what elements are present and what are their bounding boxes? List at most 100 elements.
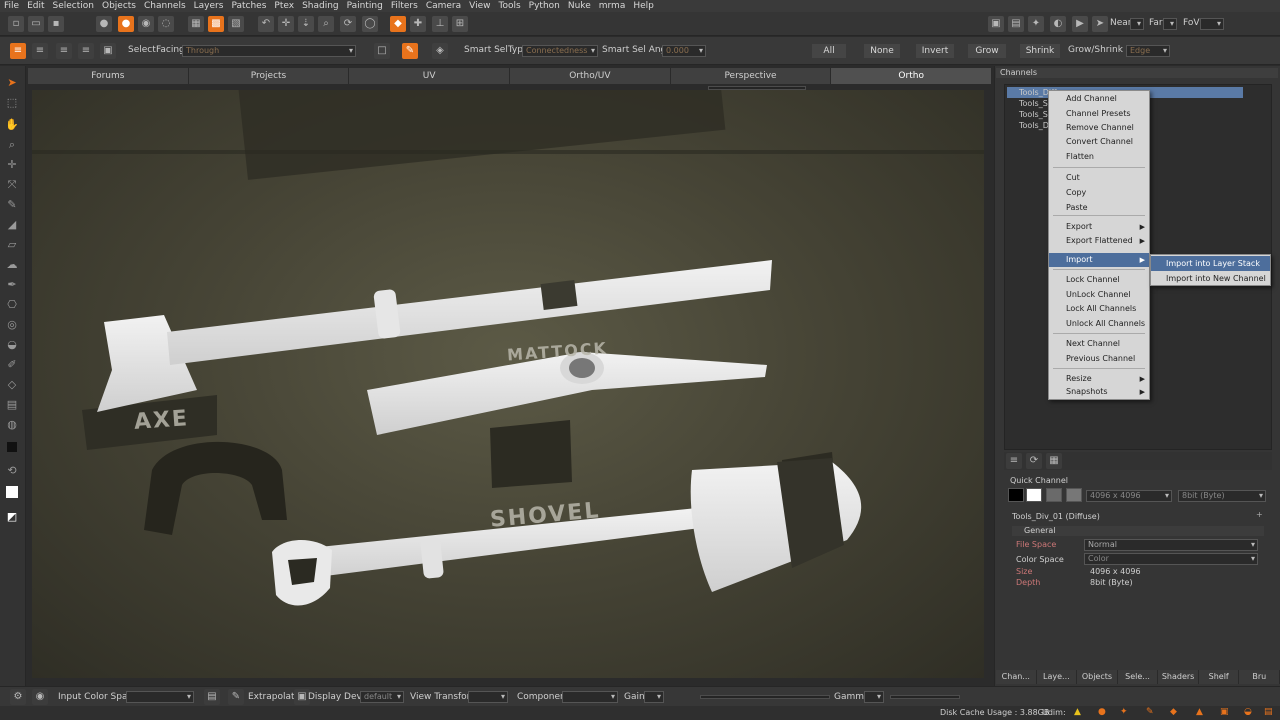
channel-grid-icon[interactable]: ▦	[1046, 453, 1062, 469]
grow-button[interactable]: Grow	[968, 44, 1006, 58]
menu-patches[interactable]: Patches	[231, 1, 266, 11]
quick-channel-gray-swatch[interactable]	[1046, 488, 1062, 502]
marquee-icon[interactable]: ⬚	[5, 96, 19, 110]
hand-icon[interactable]: ✋	[5, 118, 19, 132]
lighting-icon[interactable]: ✦	[1028, 16, 1044, 32]
select-mode-2-icon[interactable]: ≡	[56, 43, 72, 59]
panel-tab[interactable]: Objects	[1077, 670, 1118, 684]
gamma-slider[interactable]	[890, 695, 960, 699]
background-color-swatch[interactable]	[6, 486, 18, 498]
menu-help[interactable]: Help	[633, 1, 654, 11]
context-menu-item[interactable]: UnLock Channel	[1049, 288, 1149, 302]
context-menu-item[interactable]: Flatten	[1049, 150, 1149, 164]
viewport-tab[interactable]: Ortho	[831, 68, 993, 84]
select-faces-icon[interactable]: ▩	[208, 16, 224, 32]
quick-channel-depth-dropdown[interactable]: 8bit (Byte)	[1178, 490, 1266, 502]
context-menu-item[interactable]: Convert Channel	[1049, 135, 1149, 149]
viewport-tab[interactable]: Ortho/UV	[510, 68, 671, 84]
viewport-tab[interactable]: UV	[349, 68, 511, 84]
shadow-icon[interactable]: ◐	[1050, 16, 1066, 32]
context-menu-item[interactable]: Paste	[1049, 201, 1149, 215]
context-menu-item[interactable]: Unlock All Channels	[1049, 317, 1149, 331]
eyedropper-icon[interactable]: ✐	[5, 358, 19, 372]
eraser-icon[interactable]: ▱	[5, 238, 19, 252]
select-grid-icon[interactable]: ▧	[228, 16, 244, 32]
channel-refresh-icon[interactable]: ⟳	[1026, 453, 1042, 469]
viewport-tab[interactable]: Forums	[28, 68, 189, 84]
select-all-button[interactable]: All	[812, 44, 846, 58]
near-field[interactable]	[1130, 18, 1144, 30]
context-menu-item[interactable]: Snapshots ▶	[1049, 385, 1149, 399]
component-dropdown[interactable]	[562, 691, 618, 703]
gain-field[interactable]	[644, 691, 664, 703]
context-menu-item[interactable]: Lock All Channels	[1049, 302, 1149, 316]
menu-tools[interactable]: Tools	[499, 1, 521, 11]
transform-2-icon[interactable]: ⤧	[5, 178, 19, 192]
projection-icon[interactable]: ◇	[5, 378, 19, 392]
quick-channel-size-dropdown[interactable]: 4096 x 4096	[1086, 490, 1172, 502]
film-icon[interactable]: ▤	[204, 689, 220, 705]
new-file-icon[interactable]: ▫	[8, 16, 24, 32]
quick-channel-checker-swatch[interactable]	[1066, 488, 1082, 502]
menu-camera[interactable]: Camera	[426, 1, 461, 11]
shrink-button[interactable]: Shrink	[1020, 44, 1060, 58]
menu-channels[interactable]: Channels	[144, 1, 186, 11]
select-none-button[interactable]: None	[864, 44, 900, 58]
pattern-icon[interactable]: ◍	[5, 418, 19, 432]
menu-edit[interactable]: Edit	[27, 1, 44, 11]
smart-sel-angle-field[interactable]: 0.000	[662, 45, 706, 57]
color-space-dropdown[interactable]: Color	[1084, 553, 1258, 565]
wire-sphere-icon[interactable]: ◌	[158, 16, 174, 32]
context-menu-item[interactable]: Add Channel	[1049, 92, 1149, 106]
viewport-layout-icon[interactable]: ▤	[1008, 16, 1024, 32]
transform-icon[interactable]: ✛	[5, 158, 19, 172]
invert-selection-button[interactable]: Invert	[916, 44, 954, 58]
context-menu-item[interactable]: Copy	[1049, 186, 1149, 200]
smart-seltype-dropdown[interactable]: Connectedness	[522, 45, 598, 57]
shaded-sphere-icon[interactable]: ◉	[138, 16, 154, 32]
pointer-icon[interactable]: ➤	[5, 76, 19, 90]
status-icon-6[interactable]: ▣	[1220, 707, 1229, 717]
extrapolate-icon[interactable]: ✎	[228, 689, 244, 705]
select-tool-icon[interactable]: ≡	[10, 43, 26, 59]
context-menu-item[interactable]: Export Flattened ▶	[1049, 234, 1149, 248]
panel-tab[interactable]: Bru	[1239, 670, 1280, 684]
magnify-icon[interactable]: ⌕	[318, 16, 334, 32]
context-menu-item[interactable]: Channel Presets	[1049, 107, 1149, 121]
panel-tab[interactable]: Sele...	[1118, 670, 1159, 684]
fov-field[interactable]	[1200, 18, 1224, 30]
menu-painting[interactable]: Painting	[347, 1, 383, 11]
add-icon[interactable]: +	[1256, 510, 1263, 519]
light-arrow-icon[interactable]: ➤	[1092, 16, 1108, 32]
menu-file[interactable]: File	[4, 1, 19, 11]
move-icon[interactable]: ✛	[278, 16, 294, 32]
grow-shrink-dropdown[interactable]: Edge	[1126, 45, 1170, 57]
context-menu-item[interactable]: Lock Channel	[1049, 273, 1149, 287]
menu-python[interactable]: Python	[529, 1, 560, 11]
default-colors-icon[interactable]: ◩	[5, 510, 19, 524]
context-menu-item[interactable]: Resize ▶	[1049, 372, 1149, 386]
pivot-icon[interactable]: ⊥	[432, 16, 448, 32]
status-icon-8[interactable]: ▤	[1264, 707, 1273, 717]
display-settings-icon[interactable]: ⚙	[10, 689, 26, 705]
input-color-space-dropdown[interactable]	[126, 691, 194, 703]
viewport-tab[interactable]: Projects	[188, 68, 350, 84]
submenu-item[interactable]: Import into New Channel	[1151, 271, 1270, 286]
status-icon-2[interactable]: ✦	[1120, 707, 1128, 717]
sharpen-icon[interactable]: ◒	[5, 338, 19, 352]
far-field[interactable]	[1163, 18, 1177, 30]
view-transform-dropdown[interactable]	[468, 691, 508, 703]
menu-shading[interactable]: Shading	[302, 1, 339, 11]
select-patches-icon[interactable]: ▦	[188, 16, 204, 32]
translate-icon[interactable]: ⇣	[298, 16, 314, 32]
general-section-header[interactable]: General	[1012, 526, 1264, 536]
display-device-dropdown[interactable]: default	[360, 691, 404, 703]
panel-tab[interactable]: Laye...	[1037, 670, 1078, 684]
rotate-icon[interactable]: ⟳	[340, 16, 356, 32]
gain-slider[interactable]	[700, 695, 830, 699]
menu-selection[interactable]: Selection	[53, 1, 94, 11]
menu-ptex[interactable]: Ptex	[274, 1, 294, 11]
panel-tab[interactable]: Shaders	[1158, 670, 1199, 684]
menu-view[interactable]: View	[469, 1, 490, 11]
status-icon-5[interactable]: ▲	[1196, 707, 1203, 717]
